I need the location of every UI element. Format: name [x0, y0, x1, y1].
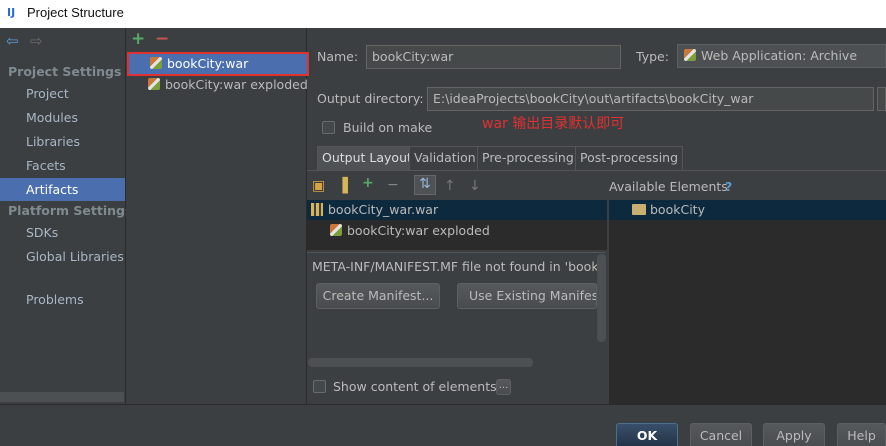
available-elements-tree [609, 200, 886, 404]
title-bar: IJ Project Structure [0, 0, 886, 28]
add-artifact-icon[interactable]: + [131, 29, 145, 49]
help-button[interactable]: Help [837, 423, 886, 446]
artifact-item-label: bookCity:war [167, 56, 249, 71]
web-archive-icon [684, 49, 696, 61]
back-arrow-icon[interactable]: ⇦ [6, 32, 19, 50]
name-label: Name: [317, 49, 359, 64]
tab-pre-processing[interactable]: Pre-processing [477, 146, 579, 170]
manifest-message: META-INF/MANIFEST.MF file not found in '… [312, 259, 598, 274]
window-title: Project Structure [27, 5, 124, 20]
help-icon[interactable]: ? [725, 179, 732, 194]
type-label: Type: [636, 49, 669, 64]
show-content-checkbox[interactable] [313, 380, 326, 393]
annotation-note: war 输出目录默认即可 [482, 116, 625, 132]
web-archive-icon [150, 57, 162, 69]
move-up-icon[interactable]: ↑ [444, 178, 456, 194]
folder-icon [632, 204, 646, 215]
create-manifest-button[interactable]: Create Manifest... [316, 283, 440, 309]
ok-button[interactable]: OK [616, 423, 678, 446]
web-archive-icon [330, 224, 342, 236]
web-archive-icon [148, 78, 160, 90]
nav-item-global-libraries[interactable]: Global Libraries [0, 245, 125, 268]
artifact-item-war-exploded[interactable]: bookCity:war exploded [148, 75, 308, 95]
forward-arrow-icon[interactable]: ⇨ [30, 32, 43, 50]
archive-icon[interactable]: ▐ [337, 178, 348, 194]
nav-item-libraries[interactable]: Libraries [0, 130, 125, 153]
nav-item-modules[interactable]: Modules [0, 106, 125, 129]
available-row-label: bookCity [650, 202, 705, 217]
artifact-item-war[interactable]: bookCity:war [127, 52, 309, 76]
use-existing-manifest-button[interactable]: Use Existing Manifest... [457, 283, 597, 309]
nav-item-problems[interactable]: Problems [0, 288, 125, 311]
manifest-vertical-scrollbar[interactable] [597, 254, 606, 342]
tree-row-label: bookCity:war exploded [347, 223, 490, 238]
browse-directory-button[interactable] [877, 87, 886, 111]
add-icon[interactable]: + [362, 175, 374, 191]
intellij-icon: IJ [7, 6, 16, 19]
nav-item-artifacts[interactable]: Artifacts [0, 178, 125, 201]
output-directory-field[interactable]: E:\ideaProjects\bookCity\out\artifacts\b… [427, 87, 874, 111]
project-settings-title: Project Settings [8, 64, 122, 79]
cancel-button[interactable]: Cancel [690, 423, 752, 446]
tree-row-war-exploded[interactable]: bookCity:war exploded [330, 221, 490, 241]
show-content-label: Show content of elements [333, 379, 497, 394]
nav-item-facets[interactable]: Facets [0, 154, 125, 177]
output-directory-label: Output directory: [317, 91, 424, 106]
tree-row-label: bookCity_war.war [328, 202, 439, 217]
type-select-value: Web Application: Archive [701, 48, 858, 63]
build-on-make-label: Build on make [343, 120, 433, 135]
sort-icon[interactable]: ⇅ [414, 175, 436, 195]
tree-row-war[interactable]: bookCity_war.war [307, 200, 607, 220]
new-dir-icon[interactable]: ▣ [312, 178, 325, 194]
layout-horizontal-scrollbar[interactable] [308, 358, 533, 367]
dialog-footer [0, 404, 886, 446]
name-field[interactable]: bookCity:war [366, 45, 621, 69]
archive-icon [311, 203, 323, 216]
artifact-item-label: bookCity:war exploded [165, 77, 308, 92]
apply-button[interactable]: Apply [763, 423, 825, 446]
remove-artifact-icon[interactable]: − [155, 29, 169, 49]
tab-validation[interactable]: Validation [409, 146, 481, 170]
nav-item-sdks[interactable]: SDKs [0, 221, 125, 244]
nav-item-project[interactable]: Project [0, 82, 125, 105]
available-row-bookcity[interactable]: bookCity [609, 200, 886, 220]
build-on-make-checkbox[interactable] [322, 121, 335, 134]
platform-settings-title: Platform Settings [8, 203, 133, 218]
tab-output-layout[interactable]: Output Layout [317, 146, 417, 170]
remove-icon[interactable]: − [387, 177, 399, 193]
available-elements-label: Available Elements [609, 179, 728, 194]
tab-post-processing[interactable]: Post-processing [575, 146, 684, 170]
left-nav-scrollbar[interactable] [0, 392, 124, 402]
move-down-icon[interactable]: ↓ [469, 178, 481, 194]
show-content-more-button[interactable]: ... [496, 379, 511, 395]
type-select[interactable]: Web Application: Archive [677, 44, 886, 68]
